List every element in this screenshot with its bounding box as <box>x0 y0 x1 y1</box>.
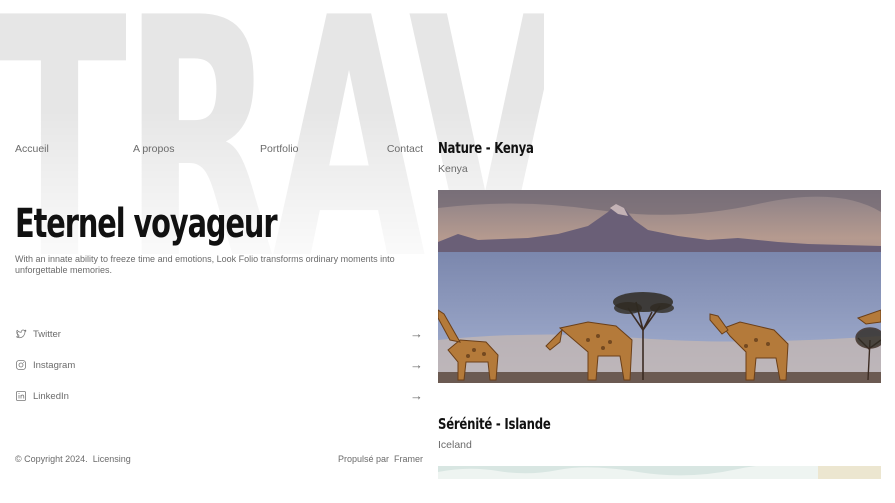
copyright-text: © Copyright 2024. <box>15 454 88 464</box>
card-title-kenya[interactable]: Nature - Kenya <box>438 139 534 157</box>
social-label-linkedin: LinkedIn <box>33 391 69 402</box>
hero-title: Eternel voyageur <box>15 201 278 247</box>
licensing-link[interactable]: Licensing <box>93 454 131 464</box>
hero-subtitle: With an innate ability to freeze time an… <box>15 254 395 275</box>
arrow-right-icon: → <box>410 326 423 341</box>
linkedin-icon <box>16 391 26 401</box>
main-nav: Accueil A propos Portfolio Contact <box>15 143 423 157</box>
powered-by-prefix: Propulsé par <box>337 454 389 464</box>
social-label-instagram: Instagram <box>33 360 76 371</box>
powered-by: Propulsé par Framer <box>338 454 423 464</box>
nav-item-portfolio[interactable]: Portfolio <box>260 143 299 155</box>
card-subtitle-iceland: Iceland <box>438 439 472 451</box>
nav-item-accueil[interactable]: Accueil <box>15 143 49 155</box>
nav-item-a-propos[interactable]: A propos <box>133 143 174 155</box>
social-link-twitter[interactable]: Twitter → <box>15 326 423 342</box>
footer: © Copyright 2024. Licensing Propulsé par… <box>15 454 423 464</box>
social-link-instagram[interactable]: Instagram → <box>15 357 423 373</box>
left-panel: Accueil A propos Portfolio Contact Etern… <box>15 0 423 503</box>
iceland-photo-illustration <box>438 466 881 479</box>
twitter-bird-icon <box>16 329 27 339</box>
kenya-giraffes-photo[interactable] <box>438 190 881 383</box>
framer-link[interactable]: Framer <box>394 454 423 464</box>
portfolio-list: Nature - Kenya Kenya Sérénité - Islande … <box>438 0 881 503</box>
social-link-linkedin[interactable]: LinkedIn → <box>15 388 423 404</box>
nav-item-contact[interactable]: Contact <box>387 143 423 155</box>
social-label-twitter: Twitter <box>33 329 61 340</box>
card-title-islande[interactable]: Sérénité - Islande <box>438 415 551 433</box>
card-subtitle-kenya: Kenya <box>438 163 468 175</box>
arrow-right-icon: → <box>410 388 423 403</box>
kenya-photo-illustration <box>438 190 881 383</box>
arrow-right-icon: → <box>410 357 423 372</box>
iceland-photo[interactable] <box>438 466 881 479</box>
instagram-icon <box>16 360 26 370</box>
